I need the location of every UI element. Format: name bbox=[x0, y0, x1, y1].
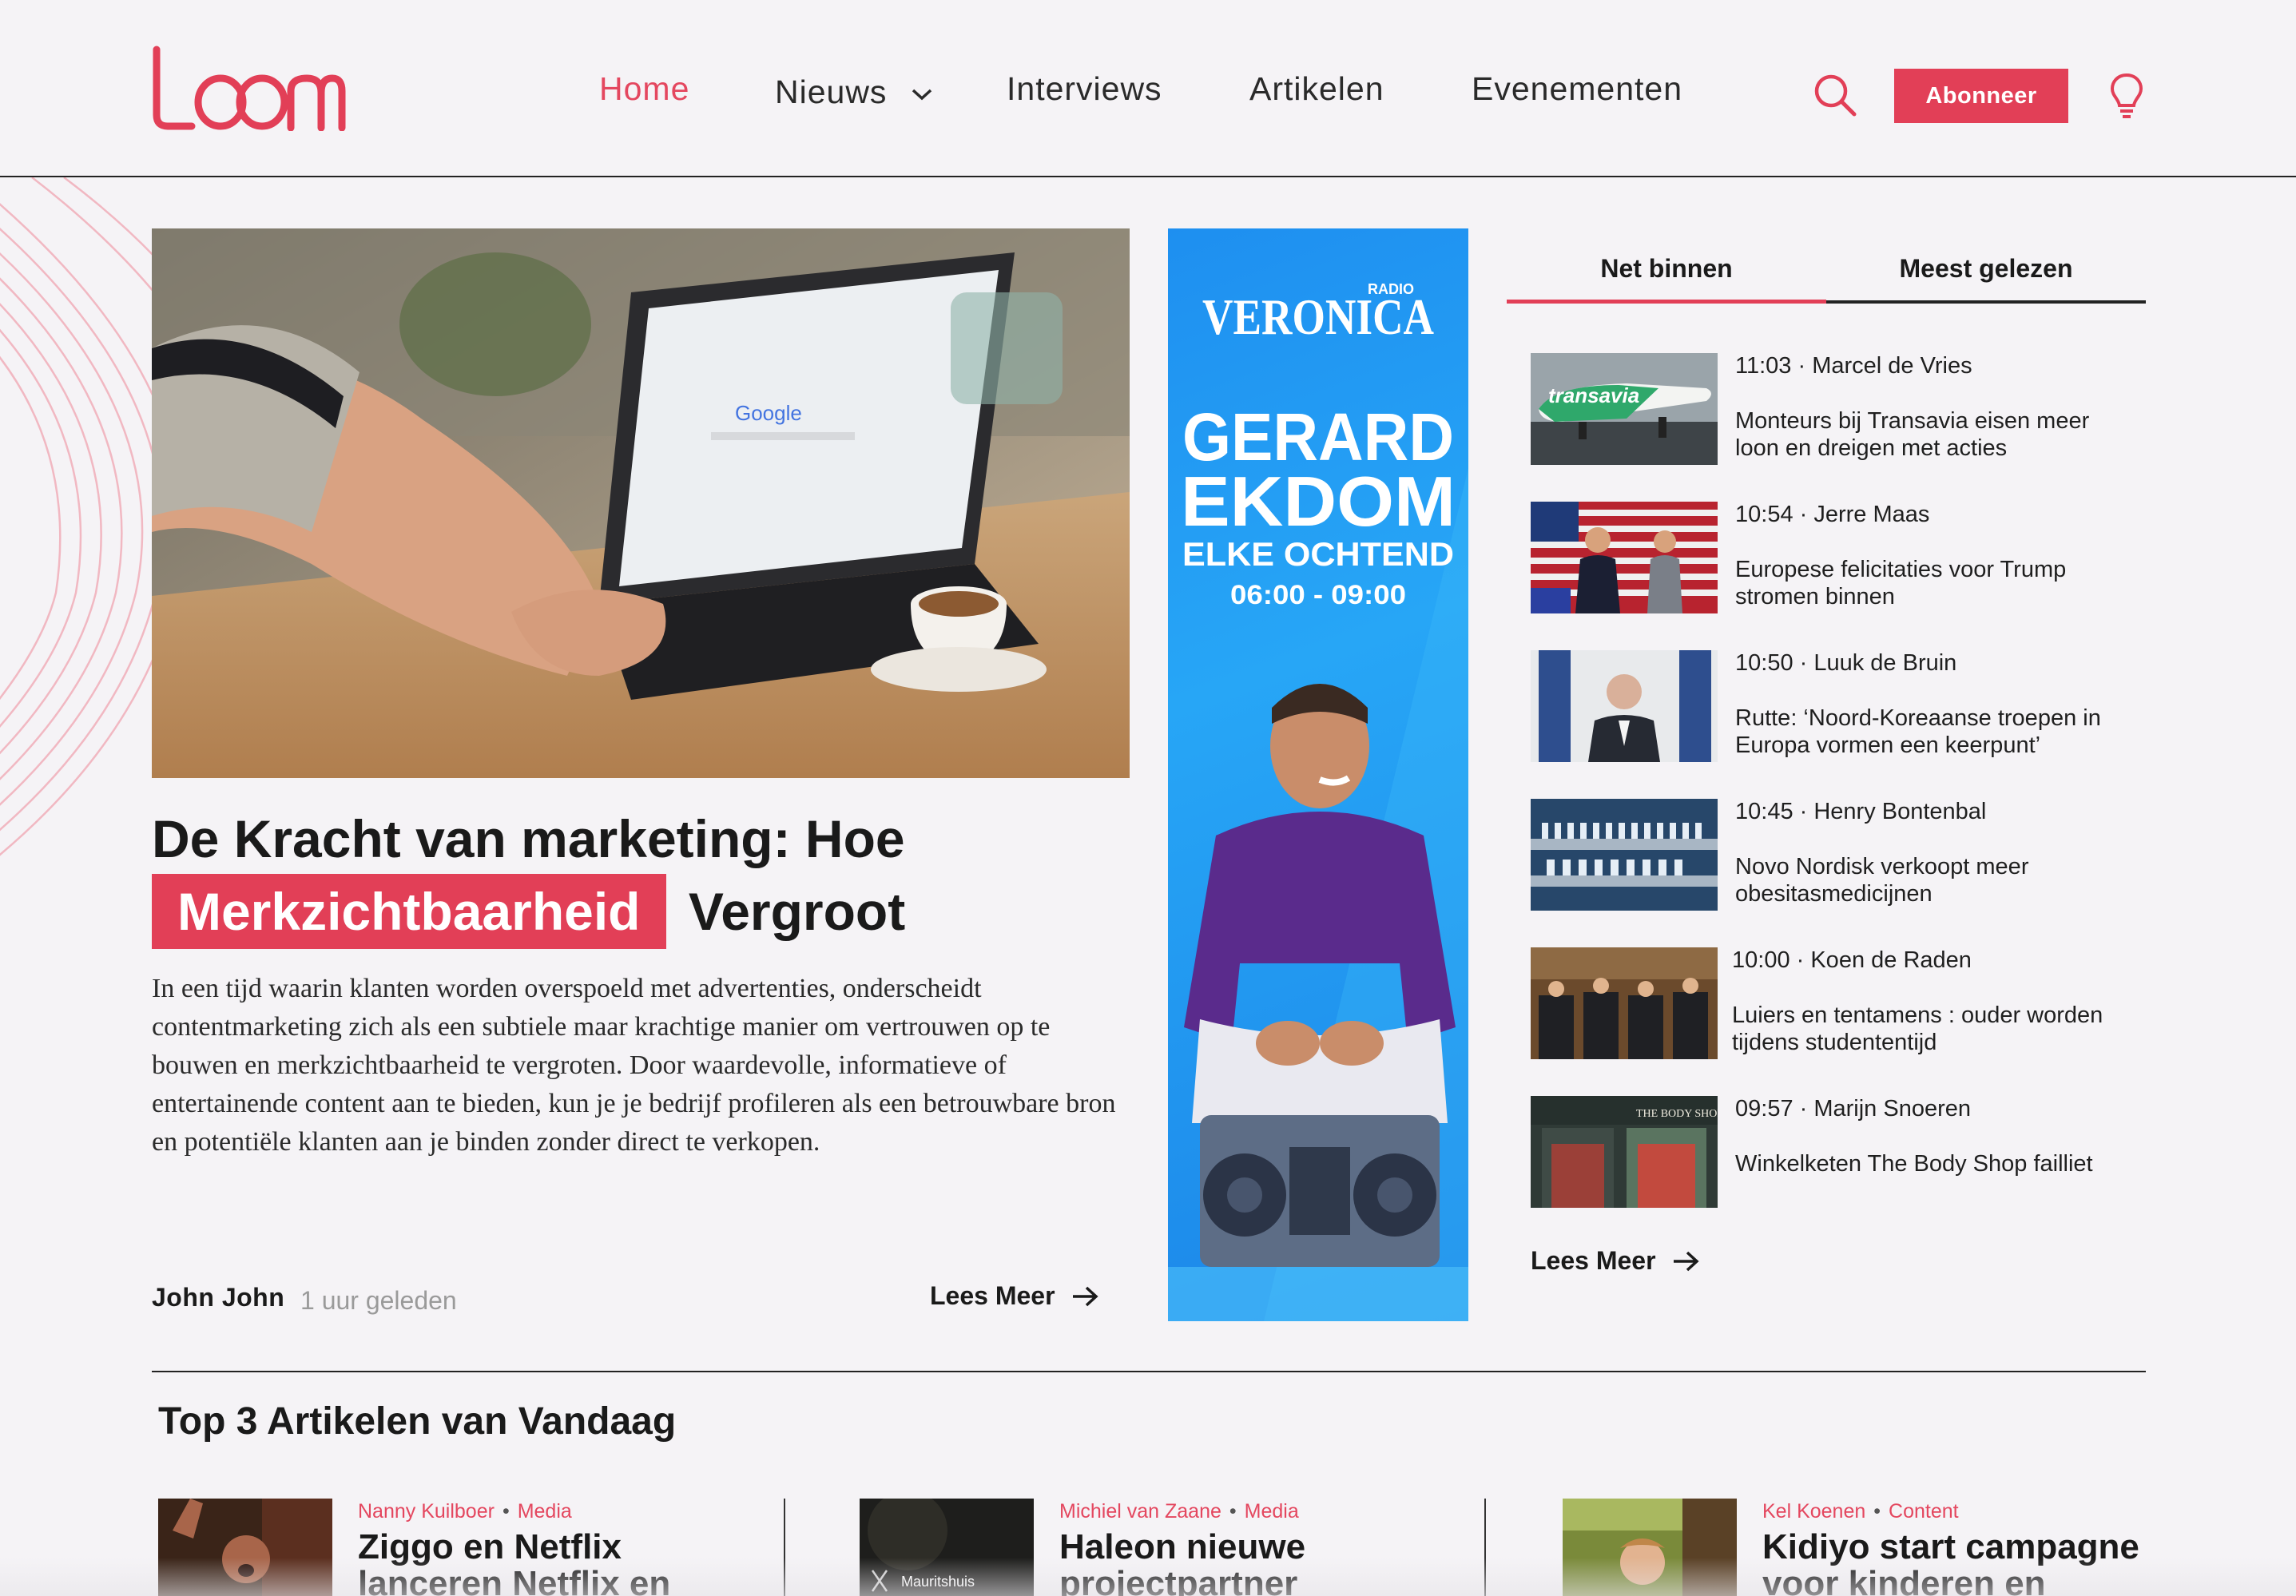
article-thumbnail-text: Mauritshuis bbox=[901, 1574, 975, 1590]
news-title: Europese felicitaties voor Trump stromen… bbox=[1735, 557, 2067, 609]
arrow-right-icon bbox=[1673, 1251, 1699, 1271]
news-thumbnail-text: transavia bbox=[1548, 383, 1639, 407]
news-item[interactable]: 10:54 · Jerre Maas Europese felicitaties… bbox=[1531, 502, 2138, 613]
tab-net-binnen[interactable]: Net binnen bbox=[1507, 244, 1826, 304]
news-thumbnail: transavia bbox=[1531, 353, 1718, 465]
ad-banner[interactable]: RADIO VERONICA GERARD EKDOM ELKE OCHTEND… bbox=[1168, 228, 1468, 1321]
separator-dot: • bbox=[1873, 1500, 1881, 1523]
news-title: Luiers en tentamens : ouder worden tijde… bbox=[1732, 1002, 2103, 1055]
nav-nieuws-label: Nieuws bbox=[775, 73, 888, 110]
article-meta: Michiel van Zaane • Media bbox=[1059, 1500, 1299, 1523]
hero-image[interactable]: Google bbox=[152, 228, 1130, 778]
news-item[interactable]: 10:50 · Luuk de Bruin Rutte: ‘Noord-Kore… bbox=[1531, 650, 2138, 762]
news-title: Novo Nordisk verkoopt meer obesitasmedic… bbox=[1735, 854, 2029, 907]
card-separator bbox=[1484, 1499, 1486, 1596]
hero-read-more-link[interactable]: Lees Meer bbox=[930, 1281, 1098, 1311]
article-title: Haleon nieuwe projectpartner bbox=[1059, 1527, 1306, 1596]
card-separator bbox=[784, 1499, 785, 1596]
news-thumbnail bbox=[1531, 799, 1718, 911]
article-card[interactable]: Nanny Kuilboer • Media Ziggo en Netflix la… bbox=[158, 1499, 781, 1596]
section-divider bbox=[152, 1371, 2146, 1372]
sidebar-read-more-link[interactable]: Lees Meer bbox=[1531, 1246, 1699, 1276]
svg-text:Google: Google bbox=[735, 401, 802, 425]
news-meta: 09:57 · Marijn Snoeren bbox=[1735, 1096, 1971, 1122]
news-meta: 10:00 · Koen de Raden bbox=[1732, 947, 1972, 973]
article-card[interactable]: Mauritshuis Michiel van Zaane • Media Hale… bbox=[860, 1499, 1483, 1596]
news-item[interactable]: transavia 11:03 · Marcel de Vries Monteu… bbox=[1531, 353, 2138, 465]
article-thumbnail bbox=[158, 1499, 332, 1596]
article-meta: Kel Koenen • Content bbox=[1762, 1500, 1959, 1523]
news-item[interactable]: 10:45 · Henry Bontenbal Novo Nordisk ver… bbox=[1531, 799, 2138, 911]
nav-home[interactable]: Home bbox=[599, 70, 689, 108]
article-thumbnail bbox=[1563, 1499, 1737, 1596]
nav-evenementen[interactable]: Evenementen bbox=[1472, 70, 1682, 108]
news-title: Monteurs bij Transavia eisen meer loon e… bbox=[1735, 408, 2090, 461]
chevron-down-icon bbox=[912, 89, 932, 101]
article-card[interactable]: Kel Koenen • Content Kidiyo start campagne… bbox=[1563, 1499, 2154, 1596]
hero-title-part1: De Kracht van marketing: Hoe bbox=[152, 809, 905, 868]
news-thumbnail-text: THE BODY SHOP bbox=[1636, 1108, 1718, 1120]
loom-logo[interactable] bbox=[150, 45, 347, 131]
article-author[interactable]: Kel Koenen bbox=[1762, 1500, 1865, 1523]
separator-dot: • bbox=[502, 1500, 510, 1523]
site-header: Home Nieuws Interviews Artikelen Eveneme… bbox=[0, 0, 2296, 177]
news-meta: 10:45 · Henry Bontenbal bbox=[1735, 799, 1987, 824]
ad-time: 06:00 - 09:00 bbox=[1230, 580, 1406, 610]
sidebar-tabs: Net binnen Meest gelezen bbox=[1507, 244, 2146, 304]
top3-section-title: Top 3 Artikelen van Vandaag bbox=[158, 1400, 677, 1443]
news-thumbnail bbox=[1531, 947, 1718, 1059]
news-item[interactable]: THE BODY SHOP 09:57 · Marijn Snoeren Win… bbox=[1531, 1096, 2138, 1208]
subscribe-button[interactable]: Abonneer bbox=[1894, 69, 2068, 123]
article-category[interactable]: Content bbox=[1889, 1500, 1959, 1523]
news-thumbnail: THE BODY SHOP bbox=[1531, 1096, 1718, 1208]
hero-title-part2: Vergroot bbox=[688, 882, 906, 941]
hero-title[interactable]: De Kracht van marketing: Hoe Merkzichtba… bbox=[152, 807, 1130, 949]
tab-meest-gelezen[interactable]: Meest gelezen bbox=[1826, 244, 2146, 304]
hero-time-ago: 1 uur geleden bbox=[300, 1286, 457, 1315]
hero-read-more-label: Lees Meer bbox=[930, 1281, 1055, 1310]
news-title: Rutte: ‘Noord-Koreaanse troepen in Europ… bbox=[1735, 705, 2101, 758]
arrow-right-icon bbox=[1072, 1286, 1098, 1306]
ad-line2: EKDOM bbox=[1181, 462, 1456, 541]
ad-artwork: RADIO VERONICA GERARD EKDOM ELKE OCHTEND… bbox=[1168, 281, 1468, 1321]
article-author[interactable]: Michiel van Zaane bbox=[1059, 1500, 1221, 1523]
news-meta: 10:50 · Luuk de Bruin bbox=[1735, 650, 1957, 676]
nav-interviews[interactable]: Interviews bbox=[1007, 70, 1162, 108]
news-meta: 11:03 · Marcel de Vries bbox=[1735, 353, 1972, 379]
news-title: Winkelketen The Body Shop failliet bbox=[1735, 1151, 2093, 1177]
nav-artikelen[interactable]: Artikelen bbox=[1249, 70, 1384, 108]
news-item[interactable]: 10:00 · Koen de Raden Luiers en tentamen… bbox=[1531, 947, 2138, 1059]
sidebar-read-more-label: Lees Meer bbox=[1531, 1246, 1656, 1275]
ad-line3: ELKE OCHTEND bbox=[1182, 535, 1454, 573]
article-category[interactable]: Media bbox=[518, 1500, 572, 1523]
news-thumbnail bbox=[1531, 502, 1718, 613]
article-thumbnail: Mauritshuis bbox=[860, 1499, 1034, 1596]
article-author[interactable]: Nanny Kuilboer bbox=[358, 1500, 495, 1523]
ad-station: VERONICA bbox=[1202, 288, 1434, 345]
article-category[interactable]: Media bbox=[1245, 1500, 1299, 1523]
separator-dot: • bbox=[1229, 1500, 1237, 1523]
hero-excerpt: In een tijd waarin klanten worden oversp… bbox=[152, 974, 1116, 1157]
article-title: Kidiyo start campagne voor kinderen en bbox=[1762, 1527, 2139, 1596]
hero-title-highlight: Merkzichtbaarheid bbox=[152, 874, 666, 949]
article-title: Ziggo en Netflix lanceren Netflix en bbox=[358, 1527, 671, 1596]
search-icon[interactable] bbox=[1813, 73, 1857, 117]
hero-photo: Google bbox=[152, 228, 1130, 778]
news-meta: 10:54 · Jerre Maas bbox=[1735, 502, 1930, 527]
hero-author[interactable]: John John bbox=[152, 1283, 284, 1312]
nav-nieuws[interactable]: Nieuws bbox=[775, 73, 932, 111]
news-thumbnail bbox=[1531, 650, 1718, 762]
lightbulb-icon[interactable] bbox=[2109, 72, 2144, 120]
article-meta: Nanny Kuilboer • Media bbox=[358, 1500, 572, 1523]
